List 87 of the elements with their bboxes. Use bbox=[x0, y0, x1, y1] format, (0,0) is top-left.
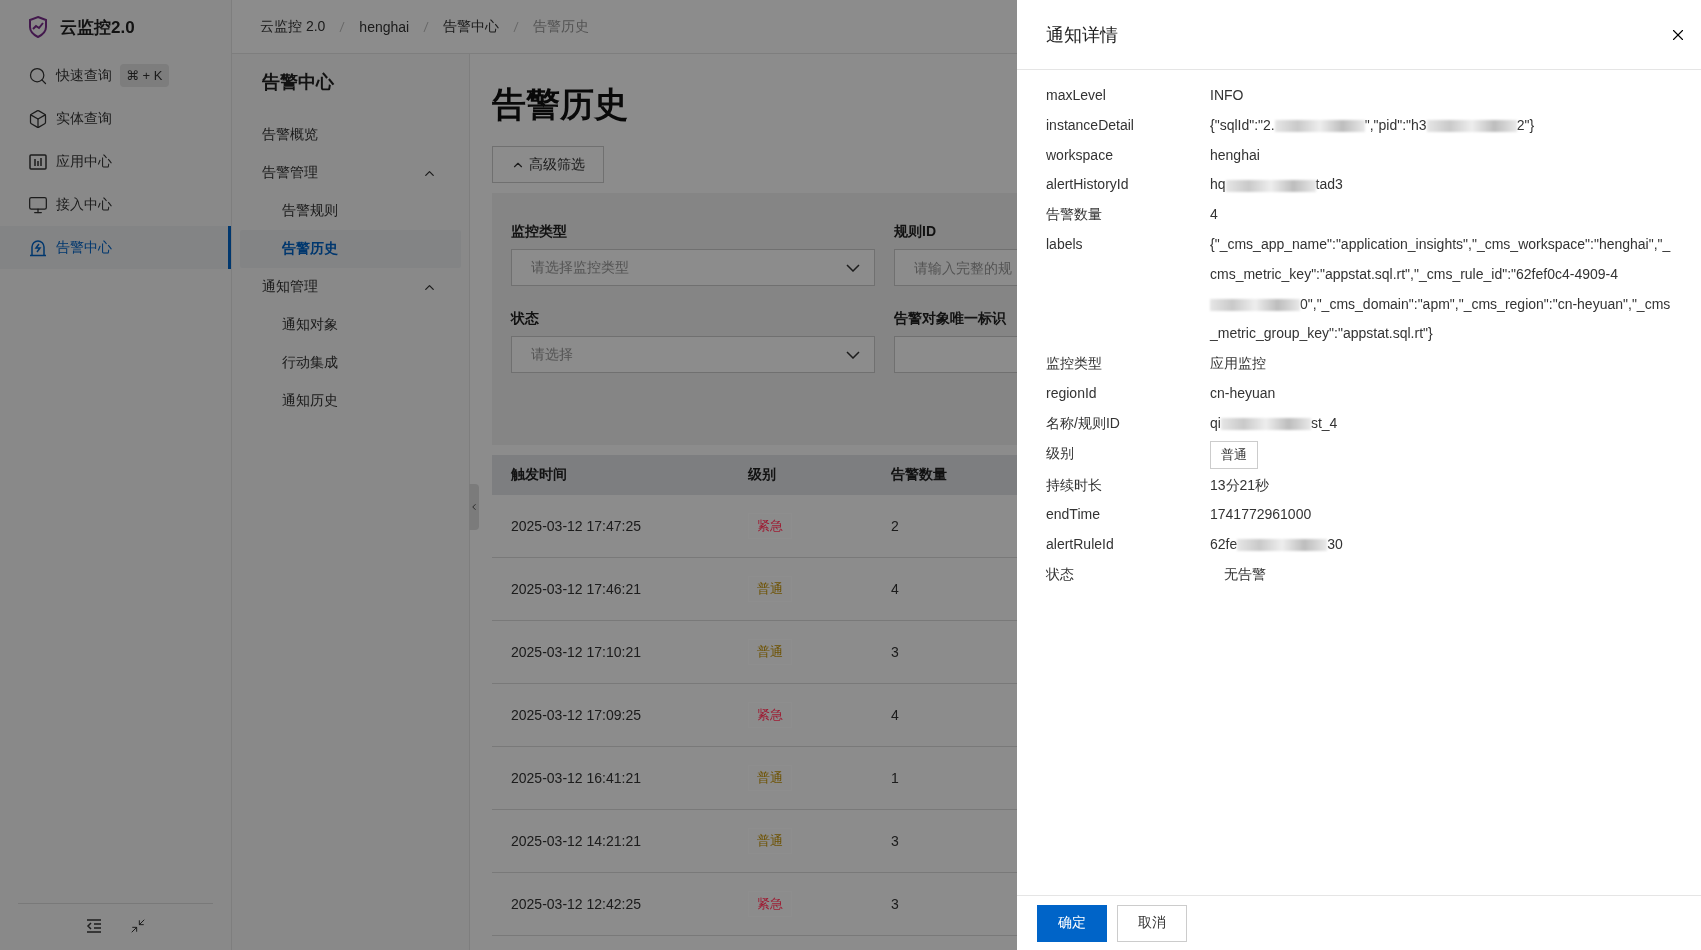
table-cell-text: 4 bbox=[891, 581, 900, 597]
table-cell-text: 2025-03-12 17:10:21 bbox=[511, 644, 642, 660]
table-cell-text: 2025-03-12 12:42:25 bbox=[511, 896, 642, 912]
field-label: workspace bbox=[1046, 145, 1114, 165]
menu-item[interactable]: 通知对象 bbox=[240, 306, 461, 344]
field-label: alertRuleId bbox=[1046, 535, 1115, 555]
table-cell-text: 2025-03-12 14:21:21 bbox=[511, 833, 642, 849]
confirm-button[interactable]: 确定 bbox=[1037, 904, 1107, 942]
monitor-icon bbox=[28, 194, 48, 215]
field-value: qi st_4 bbox=[1210, 413, 1339, 433]
table-cell-text: 2 bbox=[891, 518, 900, 534]
table-cell-text: 2025-03-12 17:46:21 bbox=[511, 581, 642, 597]
nav-item[interactable]: 实体查询 bbox=[0, 97, 231, 140]
field-label: instanceDetail bbox=[1046, 115, 1135, 135]
table-cell-text: 2025-03-12 16:41:21 bbox=[511, 770, 642, 786]
column-header: 触发时间 bbox=[511, 466, 568, 484]
field-label: 状态 bbox=[1046, 564, 1075, 584]
field-label: 监控类型 bbox=[1046, 354, 1103, 374]
column-header: 告警数量 bbox=[891, 466, 948, 484]
table-cell-text: 2025-03-12 17:09:25 bbox=[511, 707, 642, 723]
nav-item[interactable]: 应用中心 bbox=[0, 140, 231, 183]
nav-item[interactable]: 接入中心 bbox=[0, 183, 231, 226]
menu-item[interactable]: 行动集成 bbox=[240, 344, 461, 382]
menu-item[interactable]: 告警概览 bbox=[240, 116, 461, 154]
menu-item[interactable]: 告警历史 bbox=[240, 230, 461, 268]
nav-item[interactable]: 快速查询 ⌘ + K bbox=[0, 54, 231, 97]
table-cell-text: 4 bbox=[891, 707, 900, 723]
field-label: 状态 bbox=[511, 310, 540, 328]
status-value: 无告警 bbox=[1223, 564, 1267, 584]
chevron-down-icon bbox=[846, 263, 860, 272]
column-header: 级别 bbox=[748, 466, 777, 484]
cancel-button[interactable]: 取消 bbox=[1117, 904, 1187, 942]
field-label: 持续时长 bbox=[1046, 475, 1103, 495]
field-label: 名称/规则ID bbox=[1046, 413, 1121, 433]
field-label: alertHistoryId bbox=[1046, 175, 1130, 195]
collapse-handle[interactable] bbox=[469, 484, 479, 530]
field-label: endTime bbox=[1046, 505, 1101, 525]
field-value: 62fe 30 bbox=[1210, 535, 1344, 555]
alarm-icon bbox=[28, 237, 48, 258]
field-value: henghai bbox=[1210, 145, 1261, 165]
slash-icon bbox=[423, 20, 430, 33]
app-name: 云监控2.0 bbox=[60, 16, 135, 39]
table-cell-text: 2025-03-12 17:47:25 bbox=[511, 518, 642, 534]
menu-item[interactable]: 告警管理 bbox=[240, 154, 461, 192]
field-value: 13分21秒 bbox=[1210, 475, 1271, 495]
table-cell-text: 1 bbox=[891, 770, 900, 786]
field-value: {"_cms_app_name":"application_insights","_cms_workspace":"henghai","_cms_metric_key":"appstat.sql.rt","_cms_rule_id":"62fef0c4-4909-4 0","_cms_domain":"apm","_cms_region":"cn-heyuan","_cms_metric_group_key":"appstat.sql.rt"} bbox=[1210, 235, 1672, 344]
field-value: cn-heyuan bbox=[1210, 383, 1277, 403]
field-label: 监控类型 bbox=[511, 223, 568, 241]
breadcrumb-item[interactable]: 云监控 2.0 bbox=[260, 17, 326, 36]
table-cell-text: 3 bbox=[891, 644, 900, 660]
breadcrumb-item[interactable]: 告警中心 bbox=[443, 17, 500, 36]
chart-icon bbox=[28, 151, 48, 172]
nav-item[interactable]: 告警中心 bbox=[0, 226, 231, 269]
field-label: maxLevel bbox=[1046, 86, 1107, 105]
field-label: labels bbox=[1046, 235, 1084, 254]
field-label: 告警对象唯一标识 bbox=[894, 310, 1007, 328]
table-cell-text: 3 bbox=[891, 833, 900, 849]
breadcrumb-item[interactable]: henghai bbox=[359, 18, 410, 35]
field-label: 规则ID bbox=[894, 223, 937, 241]
field-value: hq tad3 bbox=[1210, 175, 1344, 195]
menu-item[interactable]: 通知历史 bbox=[240, 382, 461, 420]
search-icon bbox=[28, 65, 48, 86]
field-value: INFO bbox=[1210, 86, 1245, 105]
minimize-icon[interactable] bbox=[129, 918, 146, 934]
collapse-menu-icon[interactable] bbox=[85, 918, 102, 934]
slash-icon bbox=[339, 20, 346, 33]
level-tag: 普通 bbox=[1210, 440, 1258, 469]
drawer-title: 通知详情 bbox=[1046, 23, 1118, 47]
field-value: 1741772961000 bbox=[1210, 505, 1313, 525]
logo-icon bbox=[26, 15, 50, 39]
field-label: regionId bbox=[1046, 383, 1098, 403]
cube-icon bbox=[28, 108, 48, 129]
field-label: 告警数量 bbox=[1046, 205, 1103, 225]
section-title: 告警中心 bbox=[261, 71, 335, 94]
field-value: 4 bbox=[1210, 205, 1219, 225]
field-value: 应用监控 bbox=[1210, 354, 1267, 374]
menu-item[interactable]: 通知管理 bbox=[240, 268, 461, 306]
chevron-down-icon bbox=[846, 350, 860, 359]
table-cell-text: 3 bbox=[891, 896, 900, 912]
shortcut-hint: ⌘ + K bbox=[120, 64, 169, 87]
menu-item[interactable]: 告警规则 bbox=[240, 192, 461, 230]
page-title: 告警历史 bbox=[492, 84, 629, 125]
field-label: 级别 bbox=[1046, 443, 1075, 463]
slash-icon bbox=[513, 20, 520, 33]
filter-toggle-button[interactable]: 高级筛选 bbox=[492, 146, 604, 183]
field-value: {"sqlId":"2. ","pid":"h3 2"} bbox=[1210, 115, 1536, 135]
